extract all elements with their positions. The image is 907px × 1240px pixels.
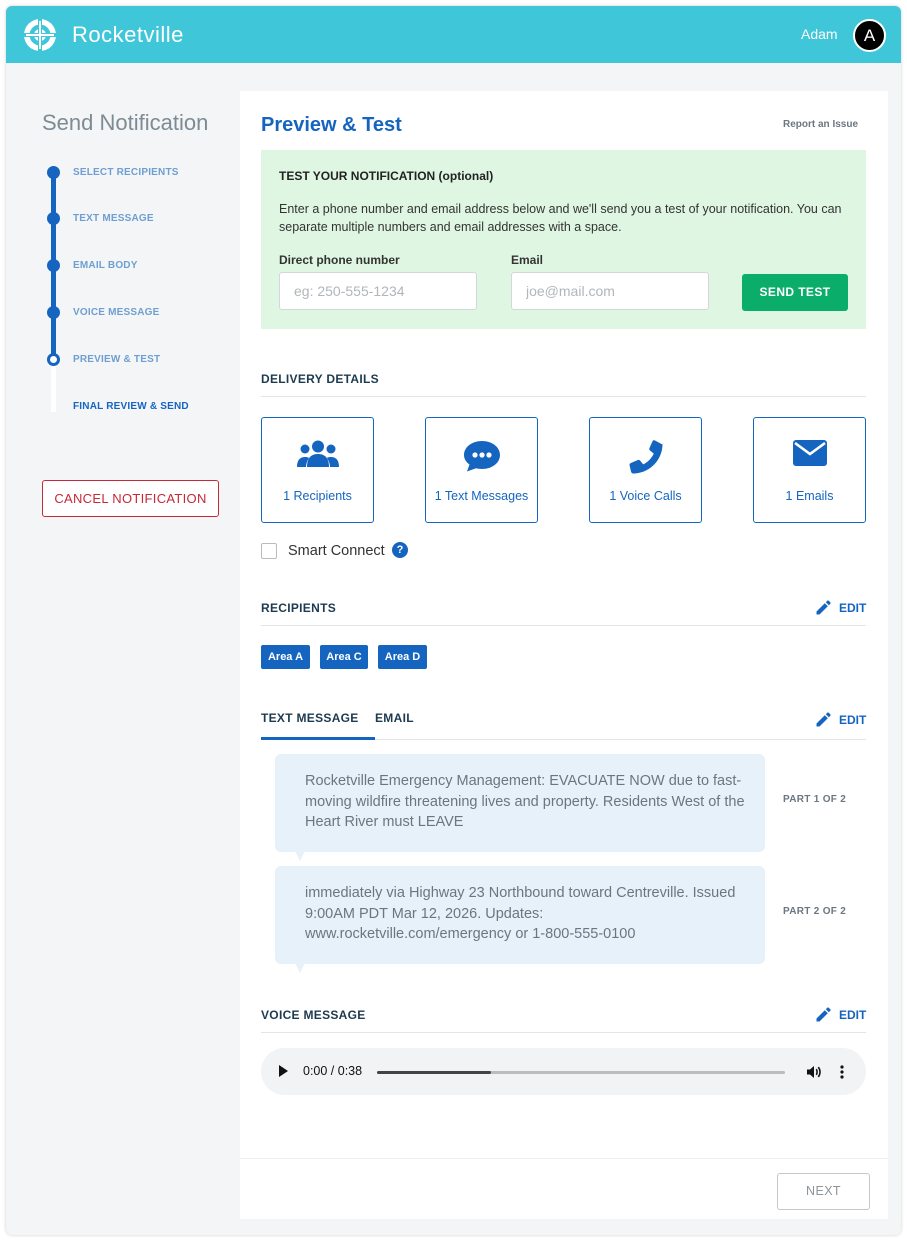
email-input[interactable]: [511, 272, 709, 310]
edit-label: EDIT: [839, 601, 867, 615]
recipients-card[interactable]: 1 Recipients: [261, 417, 374, 523]
step-preview-test[interactable]: PREVIEW & TEST: [73, 354, 160, 365]
rocketville-logo-icon: [23, 18, 57, 52]
step-current-dot: [47, 353, 60, 366]
step-done-dot: [47, 306, 60, 319]
sms-part-bubble: immediately via Highway 23 Northbound to…: [275, 866, 765, 973]
phone-icon: [629, 440, 662, 474]
sms-part-text: Rocketville Emergency Management: EVACUA…: [305, 773, 745, 830]
recipient-chip[interactable]: Area A: [261, 645, 310, 669]
recipients-heading: RECIPIENTS: [261, 601, 337, 615]
test-heading: TEST YOUR NOTIFICATION (optional): [279, 169, 494, 183]
pencil-icon: [816, 1007, 831, 1022]
help-icon[interactable]: ?: [392, 542, 408, 558]
text-messages-count: 1 Text Messages: [434, 489, 529, 503]
sms-part-bubble: Rocketville Emergency Management: EVACUA…: [275, 754, 765, 861]
delivery-details-heading: DELIVERY DETAILS: [261, 372, 379, 386]
page-title: Preview & Test: [261, 114, 402, 136]
step-text-message[interactable]: TEXT MESSAGE: [73, 213, 154, 224]
next-button[interactable]: NEXT: [777, 1173, 870, 1210]
stepper-remaining-line: [51, 364, 56, 412]
emails-count: 1 Emails: [785, 489, 834, 503]
recipients-count: 1 Recipients: [283, 489, 352, 503]
report-issue-link[interactable]: Report an Issue: [783, 119, 858, 130]
divider: [261, 625, 866, 626]
audio-player: 0:00 / 0:38: [261, 1048, 866, 1095]
audio-progress-fill: [377, 1071, 492, 1074]
user-name[interactable]: Adam: [801, 26, 838, 42]
sidebar-title: Send Notification: [42, 110, 209, 135]
phone-input[interactable]: [279, 272, 477, 310]
more-options-icon[interactable]: [840, 1064, 844, 1080]
main-panel: Preview & Test Report an Issue TEST YOUR…: [240, 91, 888, 1219]
brand-name: Rocketville: [72, 22, 184, 47]
avatar[interactable]: A: [853, 19, 886, 52]
edit-label: EDIT: [839, 1008, 867, 1022]
edit-label: EDIT: [839, 713, 867, 727]
users-icon: [296, 440, 339, 467]
top-bar: Rocketville Adam A: [6, 6, 901, 63]
test-notification-box: TEST YOUR NOTIFICATION (optional) Enter …: [261, 150, 866, 329]
cancel-notification-button[interactable]: CANCEL NOTIFICATION: [42, 480, 219, 517]
step-done-dot: [47, 259, 60, 272]
send-test-button[interactable]: SEND TEST: [742, 274, 848, 311]
pencil-icon: [816, 600, 831, 615]
voice-calls-count: 1 Voice Calls: [609, 489, 682, 503]
chat-icon: [463, 441, 500, 472]
volume-icon[interactable]: [806, 1064, 822, 1080]
recipient-chip[interactable]: Area C: [320, 645, 368, 669]
sms-part-text: immediately via Highway 23 Northbound to…: [305, 885, 736, 942]
voice-calls-card[interactable]: 1 Voice Calls: [589, 417, 702, 523]
audio-progress-track[interactable]: [377, 1071, 785, 1074]
voice-message-heading: VOICE MESSAGE: [261, 1008, 366, 1022]
step-done-dot: [47, 166, 60, 179]
step-email-body[interactable]: EMAIL BODY: [73, 260, 138, 271]
smart-connect-checkbox[interactable]: [261, 543, 277, 559]
sms-part-label: PART 2 OF 2: [783, 906, 847, 917]
footer-divider: [240, 1158, 888, 1159]
test-description: Enter a phone number and email address b…: [279, 202, 842, 234]
email-label: Email: [511, 253, 544, 267]
tab-email[interactable]: EMAIL: [375, 711, 414, 725]
tab-text-message[interactable]: TEXT MESSAGE: [261, 711, 359, 725]
play-icon[interactable]: [279, 1065, 288, 1077]
audio-time: 0:00 / 0:38: [303, 1064, 363, 1078]
phone-label: Direct phone number: [279, 253, 400, 267]
step-done-dot: [47, 212, 60, 225]
recipient-chip[interactable]: Area D: [378, 645, 427, 669]
step-voice-message[interactable]: VOICE MESSAGE: [73, 307, 160, 318]
divider: [261, 1032, 866, 1033]
divider: [261, 396, 866, 397]
smart-connect-label[interactable]: Smart Connect: [288, 543, 385, 559]
envelope-icon: [792, 440, 827, 466]
emails-card[interactable]: 1 Emails: [753, 417, 866, 523]
pencil-icon: [816, 712, 831, 727]
sms-part-label: PART 1 OF 2: [783, 794, 847, 805]
app-window: Rocketville Adam A Send Notification SEL…: [6, 6, 901, 1235]
step-final-review[interactable]: FINAL REVIEW & SEND: [73, 401, 189, 412]
active-tab-indicator: [261, 737, 375, 740]
text-messages-card[interactable]: 1 Text Messages: [425, 417, 538, 523]
step-select-recipients[interactable]: SELECT RECIPIENTS: [73, 167, 179, 178]
